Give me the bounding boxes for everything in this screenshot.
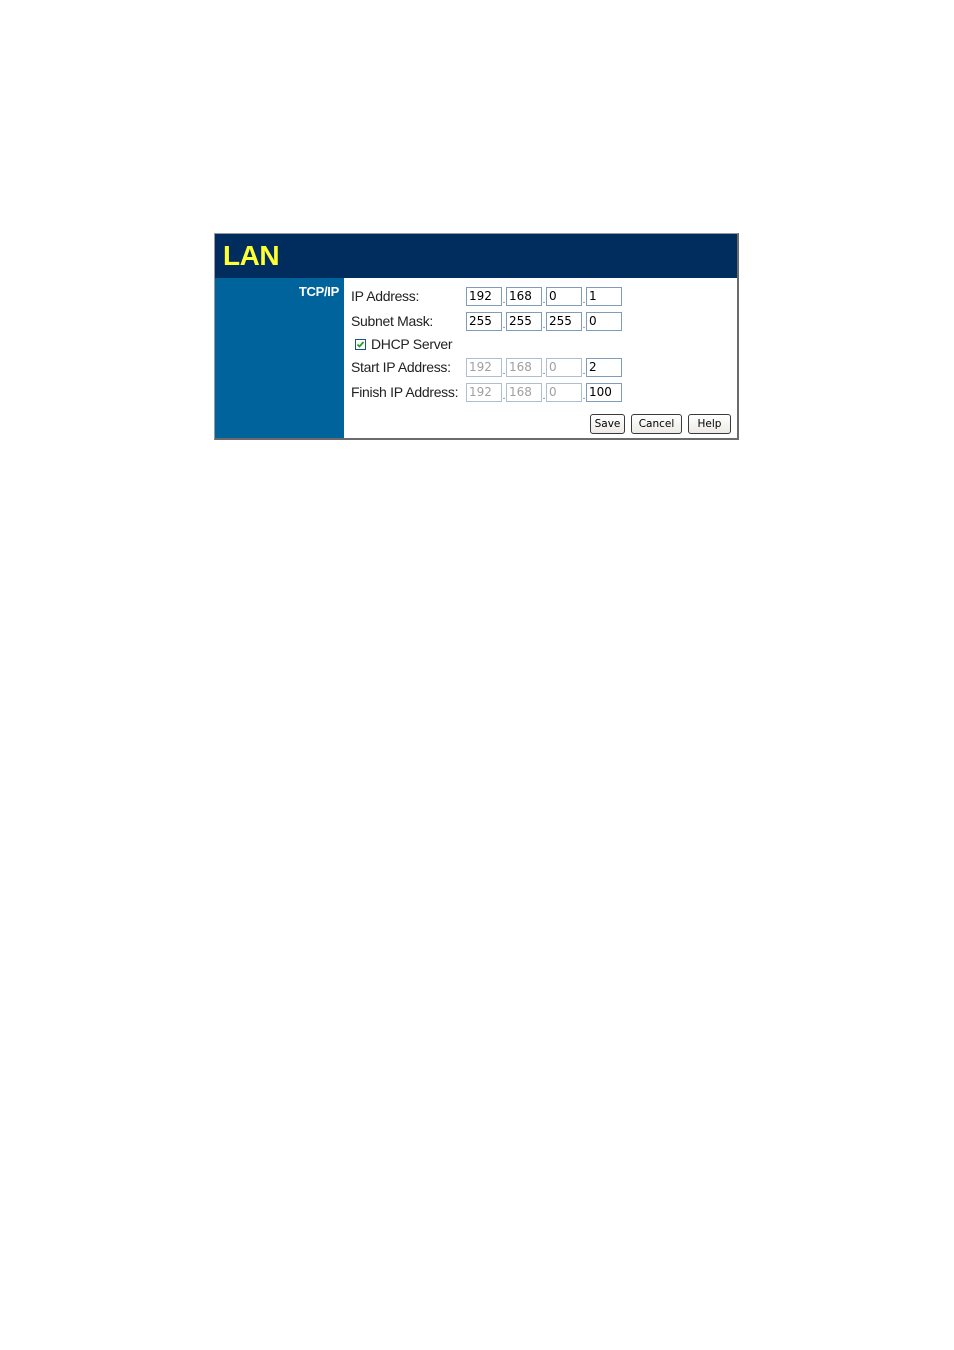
ip-address-octet-1[interactable] <box>466 286 502 306</box>
ip-address-row: IP Address: . . . <box>351 286 622 306</box>
page-header: LAN <box>215 234 737 278</box>
page-title: LAN <box>223 240 280 271</box>
ip-address-octet-4[interactable] <box>586 286 622 306</box>
subnet-mask-octet-3[interactable] <box>546 311 582 331</box>
lan-settings-panel: LAN TCP/IP IP Address: . . . Subnet Mask… <box>214 233 739 440</box>
start-ip-octet-3 <box>546 357 582 377</box>
dhcp-server-checkbox[interactable] <box>355 338 366 350</box>
subnet-mask-octet-4[interactable] <box>586 311 622 331</box>
start-ip-label: Start IP Address: <box>351 359 451 375</box>
help-button[interactable]: Help <box>688 414 731 434</box>
cancel-button[interactable]: Cancel <box>631 414 682 434</box>
start-ip-octet-2 <box>506 357 542 377</box>
ip-address-field: . . . <box>466 286 622 306</box>
finish-ip-row: Finish IP Address: . . . <box>351 382 622 402</box>
subnet-mask-octet-2[interactable] <box>506 311 542 331</box>
finish-ip-octet-3 <box>546 382 582 402</box>
section-label-tcpip: TCP/IP <box>298 284 339 299</box>
form-content: IP Address: . . . Subnet Mask: . . . <box>344 278 737 438</box>
ip-address-octet-3[interactable] <box>546 286 582 306</box>
start-ip-octet-1 <box>466 357 502 377</box>
checkmark-icon <box>356 340 365 348</box>
subnet-mask-octet-1[interactable] <box>466 311 502 331</box>
finish-ip-field: . . . <box>466 382 622 402</box>
start-ip-row: Start IP Address: . . . <box>351 357 622 377</box>
start-ip-field: . . . <box>466 357 622 377</box>
start-ip-octet-4[interactable] <box>586 357 622 377</box>
finish-ip-octet-2 <box>506 382 542 402</box>
finish-ip-octet-1 <box>466 382 502 402</box>
ip-address-octet-2[interactable] <box>506 286 542 306</box>
subnet-mask-label: Subnet Mask: <box>351 313 433 329</box>
ip-address-label: IP Address: <box>351 288 420 304</box>
save-button[interactable]: Save <box>590 414 625 434</box>
finish-ip-octet-4[interactable] <box>586 382 622 402</box>
dhcp-server-label[interactable]: DHCP Server <box>371 336 453 352</box>
dhcp-server-row: DHCP Server <box>355 336 453 352</box>
subnet-mask-row: Subnet Mask: . . . <box>351 311 622 331</box>
action-buttons: Save Cancel Help <box>590 414 731 434</box>
finish-ip-label: Finish IP Address: <box>351 384 459 400</box>
sidebar: TCP/IP <box>215 278 344 438</box>
subnet-mask-field: . . . <box>466 311 622 331</box>
